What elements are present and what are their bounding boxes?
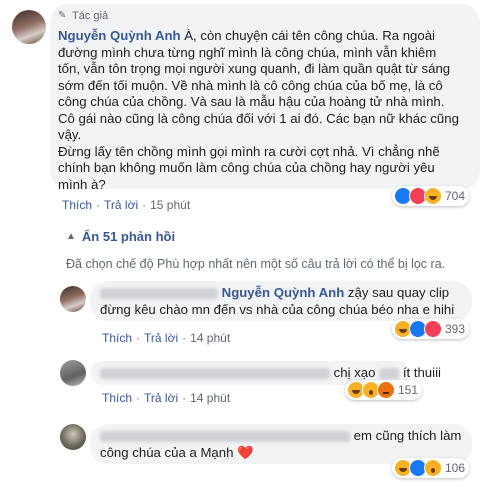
filter-notice: Đã chọn chế độ Phù hợp nhất nên một số c… <box>66 257 446 271</box>
main-reactions[interactable]: 704 <box>392 186 470 206</box>
like-button[interactable]: Thích <box>102 331 132 345</box>
reply-button[interactable]: Trả lời <box>104 198 138 212</box>
redacted-name <box>100 431 350 443</box>
wow-reaction-icon <box>424 459 442 477</box>
reply1-bubble: Nguyễn Quỳnh Anh zậy sau quay clip đừng … <box>90 281 472 321</box>
author-avatar[interactable] <box>12 10 46 44</box>
heart-icon: ❤️ <box>237 444 254 460</box>
author-badge: ✎ Tác giả <box>58 10 109 22</box>
haha-reaction-icon <box>424 187 442 205</box>
angry-reaction-icon <box>377 381 395 399</box>
reply2-actions: Thích · Trả lời · 14 phút <box>102 391 231 405</box>
main-comment-text: Nguyễn Quỳnh Anh À, còn chuyện cái tên c… <box>58 28 459 192</box>
main-comment-actions: Thích · Trả lời · 15 phút <box>62 198 191 212</box>
mention-author[interactable]: Nguyễn Quỳnh Anh <box>222 285 345 300</box>
reaction-count: 393 <box>445 322 466 336</box>
timestamp[interactable]: 14 phút <box>190 391 230 405</box>
reaction-count: 704 <box>445 189 466 203</box>
reply1-avatar[interactable] <box>60 286 86 312</box>
reply3-avatar[interactable] <box>60 424 86 450</box>
reply1-reactions[interactable]: 393 <box>392 319 470 339</box>
timestamp[interactable]: 14 phút <box>190 331 230 345</box>
like-button[interactable]: Thích <box>102 391 132 405</box>
reply2-avatar[interactable] <box>60 360 86 386</box>
redacted-text <box>379 368 400 380</box>
like-button[interactable]: Thích <box>62 198 92 212</box>
reply-button[interactable]: Trả lời <box>144 331 178 345</box>
hide-replies-link[interactable]: ▲ Ẩn 51 phản hồi <box>66 229 175 244</box>
author-name[interactable]: Nguyễn Quỳnh Anh <box>58 28 181 43</box>
timestamp[interactable]: 15 phút <box>150 198 190 212</box>
reply2-reactions[interactable]: 151 <box>345 380 423 400</box>
reaction-count: 106 <box>445 461 466 475</box>
reply1-actions: Thích · Trả lời · 14 phút <box>102 331 231 345</box>
redacted-name <box>100 368 330 380</box>
reply-button[interactable]: Trả lời <box>144 391 178 405</box>
reply3-reactions[interactable]: 106 <box>392 458 470 478</box>
love-reaction-icon <box>424 320 442 338</box>
pen-icon: ✎ <box>58 10 67 21</box>
chevron-up-icon: ▲ <box>66 231 76 242</box>
main-comment-bubble: ✎ Tác giả Nguyễn Quỳnh Anh À, còn chuyện… <box>50 4 480 192</box>
reaction-count: 151 <box>398 383 419 397</box>
redacted-name <box>100 288 218 300</box>
